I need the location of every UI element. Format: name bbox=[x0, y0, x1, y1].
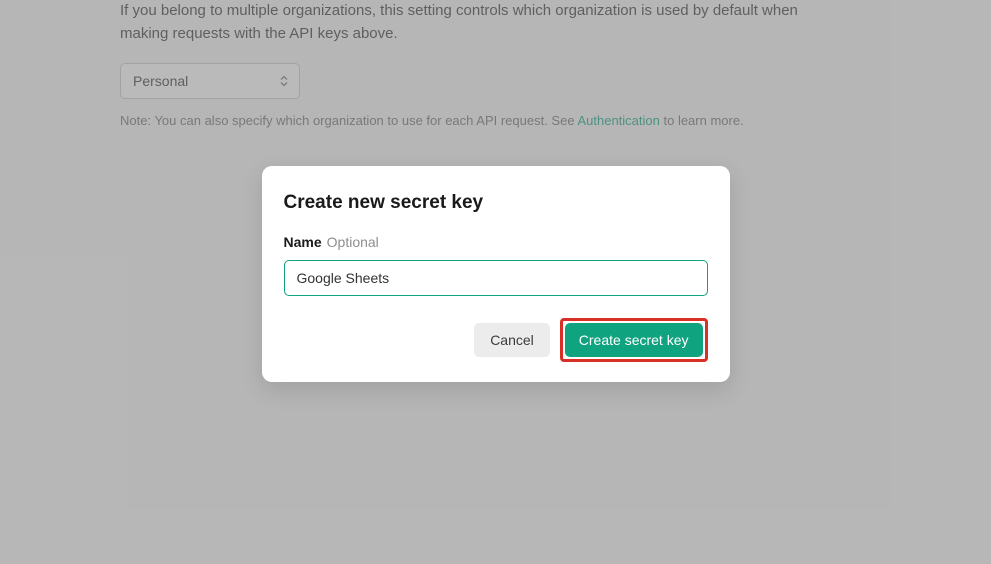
modal-actions: Cancel Create secret key bbox=[284, 318, 708, 362]
create-secret-key-button[interactable]: Create secret key bbox=[565, 323, 703, 357]
modal-overlay: Create new secret key Name Optional Cance… bbox=[0, 0, 991, 564]
create-secret-key-modal: Create new secret key Name Optional Cance… bbox=[262, 166, 730, 382]
cancel-button[interactable]: Cancel bbox=[474, 323, 550, 357]
name-label-row: Name Optional bbox=[284, 234, 708, 252]
create-button-highlight: Create secret key bbox=[560, 318, 708, 362]
name-label: Name bbox=[284, 234, 322, 250]
name-input[interactable] bbox=[284, 260, 708, 296]
modal-title: Create new secret key bbox=[284, 192, 708, 214]
name-optional: Optional bbox=[327, 234, 379, 250]
